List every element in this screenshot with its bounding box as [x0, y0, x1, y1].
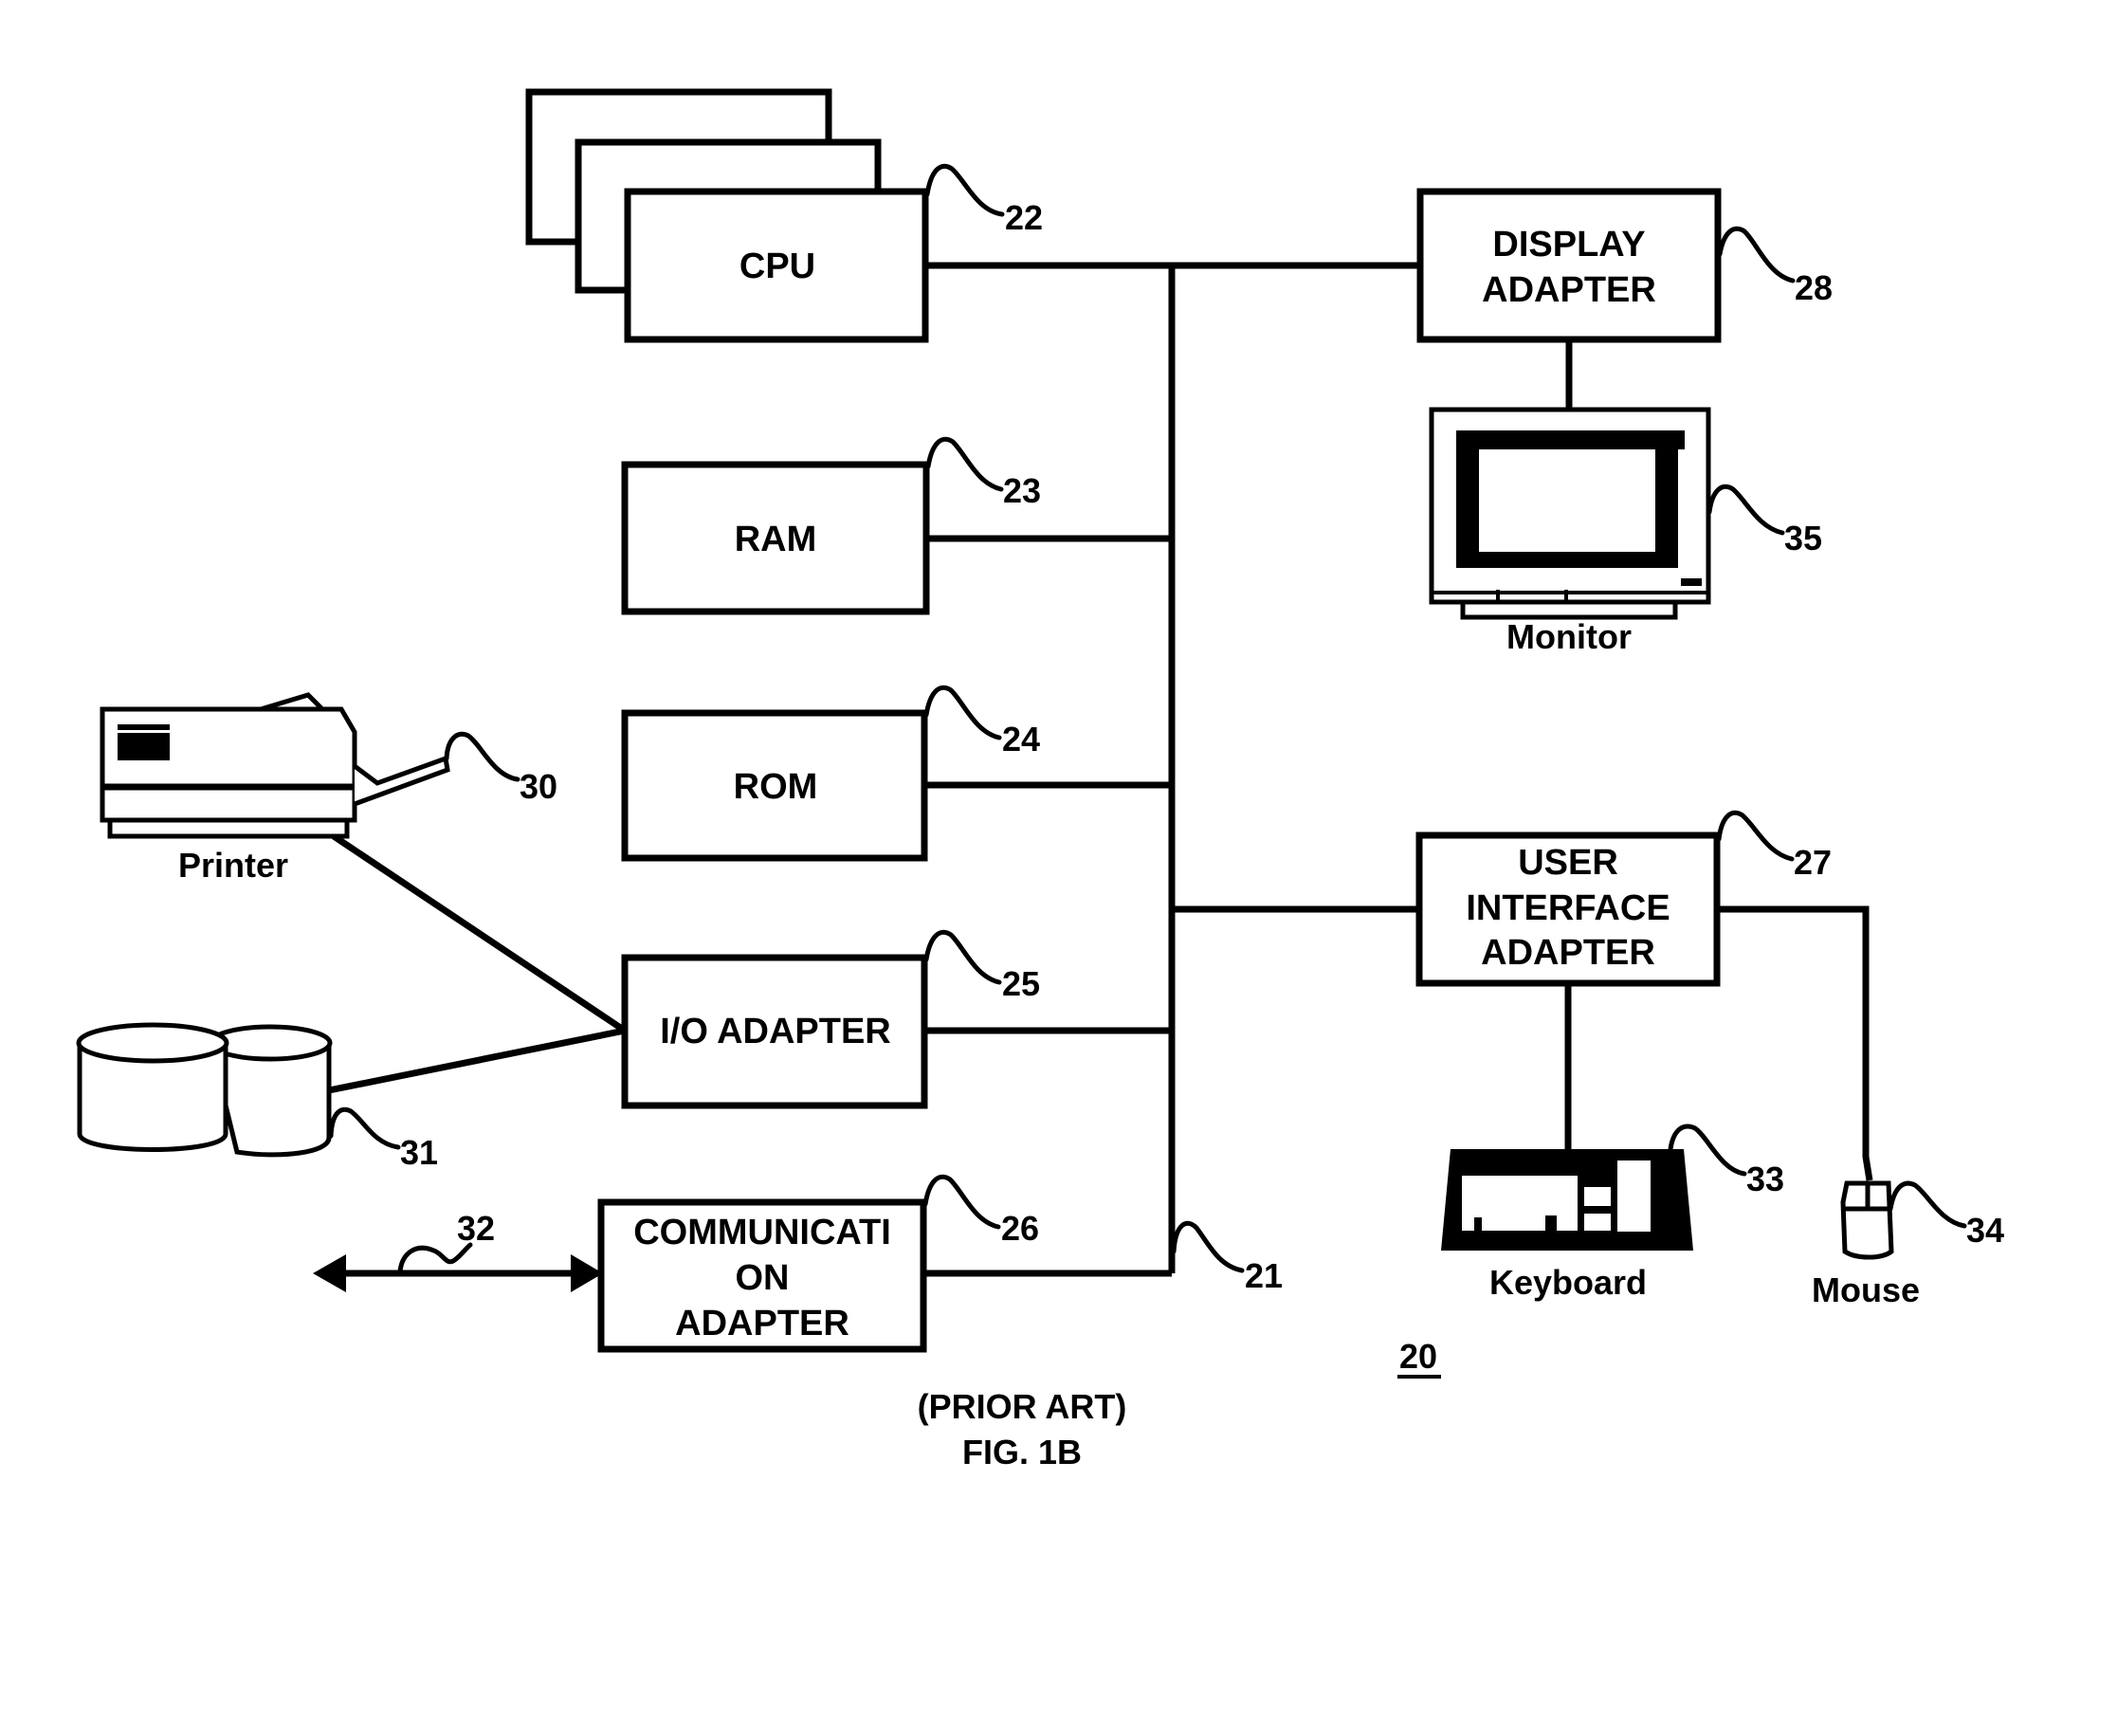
- network-link: 32: [313, 1209, 603, 1292]
- mouse-cable: [1717, 905, 1873, 1181]
- figure-caption: 20 (PRIOR ART) FIG. 1B: [918, 1337, 1441, 1471]
- mouse-label: Mouse: [1812, 1270, 1920, 1309]
- printer: Printer 30: [100, 692, 557, 885]
- ref-22: 22: [1005, 198, 1043, 237]
- ref-34: 34: [1966, 1211, 2004, 1250]
- ref-23: 23: [1003, 471, 1041, 510]
- system-bus: 21: [1168, 265, 1283, 1295]
- disk-cable: [328, 1027, 626, 1094]
- display-adapter-box: [1416, 188, 1722, 343]
- ref-21: 21: [1245, 1256, 1283, 1295]
- disk-storage: 31: [76, 1022, 438, 1172]
- user-interface-adapter-block: USER INTERFACE ADAPTER 27: [1172, 810, 1873, 1181]
- keyboard: Keyboard 33: [1441, 1124, 1784, 1302]
- disk-storage-icon: [76, 1022, 333, 1158]
- prior-art-caption: (PRIOR ART): [918, 1387, 1127, 1426]
- mouse-icon: [1840, 1180, 1894, 1260]
- ref-24: 24: [1002, 720, 1040, 758]
- ram-block: RAM 23: [621, 436, 1172, 615]
- keyboard-label: Keyboard: [1489, 1263, 1647, 1302]
- ref-26: 26: [1001, 1209, 1039, 1248]
- ref-35: 35: [1784, 519, 1822, 557]
- monitor-icon: [1429, 407, 1711, 620]
- ref-28: 28: [1795, 268, 1833, 307]
- ref-27: 27: [1794, 843, 1832, 882]
- io-adapter-block: I/O ADAPTER 25: [328, 833, 1172, 1109]
- uia-label-line3: ADAPTER: [1481, 933, 1655, 973]
- communication-adapter-label-line3: ADAPTER: [675, 1304, 849, 1343]
- cpu-block: CPU 22: [525, 88, 1419, 343]
- network-arrow-left-icon: [313, 1254, 346, 1292]
- ref-25: 25: [1002, 964, 1040, 1003]
- printer-icon: [100, 692, 450, 839]
- rom-label: ROM: [734, 767, 818, 807]
- cpu-label: CPU: [739, 247, 815, 286]
- rom-block: ROM 24: [621, 685, 1172, 862]
- communication-adapter-label-line1: COMMUNICATI: [633, 1213, 891, 1252]
- computer-system-diagram: 21 CPU 22 RAM 23 ROM 24 I/O ADAPTER 25 C…: [76, 88, 2004, 1471]
- figure-number: FIG. 1B: [962, 1433, 1082, 1471]
- uia-label-line1: USER: [1518, 843, 1618, 883]
- io-adapter-label: I/O ADAPTER: [660, 1012, 891, 1051]
- monitor: Monitor 35: [1429, 407, 1822, 656]
- ref-32: 32: [457, 1209, 495, 1248]
- printer-cable: [332, 833, 627, 1033]
- display-adapter-block: DISPLAY ADAPTER 28: [1416, 188, 1833, 410]
- display-adapter-label-line2: ADAPTER: [1482, 270, 1656, 310]
- communication-adapter-block: COMMUNICATI ON ADAPTER 26: [597, 1174, 1172, 1353]
- ref-31: 31: [400, 1133, 438, 1172]
- uia-label-line2: INTERFACE: [1466, 888, 1670, 928]
- mouse: Mouse 34: [1812, 1180, 2004, 1309]
- display-adapter-label-line1: DISPLAY: [1492, 225, 1645, 265]
- monitor-label: Monitor: [1506, 617, 1632, 656]
- system-ref-20: 20: [1399, 1337, 1437, 1376]
- communication-adapter-label-line2: ON: [736, 1258, 790, 1298]
- ram-label: RAM: [735, 520, 817, 559]
- printer-label: Printer: [178, 846, 288, 885]
- keyboard-icon: [1441, 1149, 1693, 1251]
- ref-30: 30: [520, 767, 557, 806]
- ref-33: 33: [1746, 1160, 1784, 1198]
